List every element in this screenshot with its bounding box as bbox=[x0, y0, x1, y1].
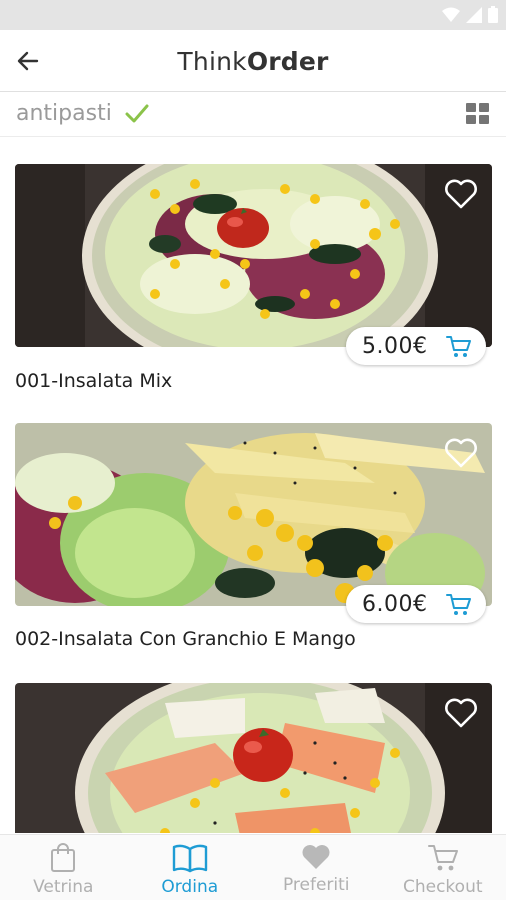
grid-view-button[interactable] bbox=[466, 103, 490, 125]
category-bar: antipasti bbox=[0, 93, 506, 137]
app-title-light: Think bbox=[177, 47, 247, 76]
salad-photo bbox=[15, 683, 492, 833]
app-bar: ThinkOrder bbox=[0, 30, 506, 92]
category-label[interactable]: antipasti bbox=[16, 101, 112, 126]
product-price: 5.00€ bbox=[362, 333, 428, 359]
bottom-navigation: Vetrina Ordina Preferiti Checkout bbox=[0, 834, 506, 900]
grid-cell bbox=[466, 115, 476, 124]
product-card[interactable] bbox=[15, 683, 492, 833]
product-image[interactable] bbox=[15, 683, 492, 833]
product-list[interactable]: 5.00€ 001-Insalata Mix 6.00€ 002-Insalat… bbox=[0, 138, 506, 833]
add-to-cart-button[interactable]: 5.00€ bbox=[346, 327, 486, 365]
nav-label-vetrina: Vetrina bbox=[33, 877, 94, 897]
product-name[interactable]: 002-Insalata Con Granchio E Mango bbox=[15, 628, 356, 650]
product-image[interactable] bbox=[15, 164, 492, 347]
product-price: 6.00€ bbox=[362, 591, 428, 617]
shopping-bag-icon bbox=[51, 843, 76, 872]
nav-item-ordina[interactable]: Ordina bbox=[127, 835, 254, 900]
nav-label-checkout: Checkout bbox=[402, 877, 483, 897]
product-card[interactable]: 5.00€ 001-Insalata Mix bbox=[15, 164, 492, 392]
add-to-cart-button[interactable]: 6.00€ bbox=[346, 585, 486, 623]
product-name[interactable]: 001-Insalata Mix bbox=[15, 370, 172, 392]
favorite-icon[interactable] bbox=[444, 697, 478, 729]
book-icon bbox=[172, 844, 207, 873]
wifi-icon bbox=[442, 7, 460, 22]
app-title: ThinkOrder bbox=[0, 47, 506, 76]
favorite-icon[interactable] bbox=[444, 178, 478, 210]
grid-cell bbox=[466, 103, 476, 112]
salad-photo bbox=[15, 164, 492, 347]
nav-item-checkout[interactable]: Checkout bbox=[380, 835, 506, 900]
status-icons bbox=[442, 6, 498, 23]
cart-icon bbox=[446, 594, 471, 615]
nav-label-ordina: Ordina bbox=[161, 877, 219, 897]
battery-icon bbox=[488, 6, 498, 23]
grid-cell bbox=[479, 103, 489, 112]
signal-icon bbox=[466, 6, 482, 23]
heart-icon bbox=[302, 845, 330, 869]
app-screen: ThinkOrder antipasti 5.00€ 001-Insalata … bbox=[0, 0, 506, 900]
grid-cell bbox=[479, 115, 489, 124]
product-image[interactable] bbox=[15, 423, 492, 606]
cart-icon bbox=[427, 845, 458, 871]
nav-item-preferiti[interactable]: Preferiti bbox=[253, 835, 380, 900]
status-bar bbox=[0, 0, 506, 30]
product-card[interactable]: 6.00€ 002-Insalata Con Granchio E Mango bbox=[15, 423, 492, 650]
checkmark-icon bbox=[125, 104, 149, 123]
favorite-icon[interactable] bbox=[444, 437, 478, 469]
cart-icon bbox=[446, 336, 471, 357]
nav-label-preferiti: Preferiti bbox=[282, 875, 350, 895]
app-title-bold: Order bbox=[246, 47, 329, 76]
salad-photo bbox=[15, 423, 492, 606]
nav-item-vetrina[interactable]: Vetrina bbox=[0, 835, 127, 900]
